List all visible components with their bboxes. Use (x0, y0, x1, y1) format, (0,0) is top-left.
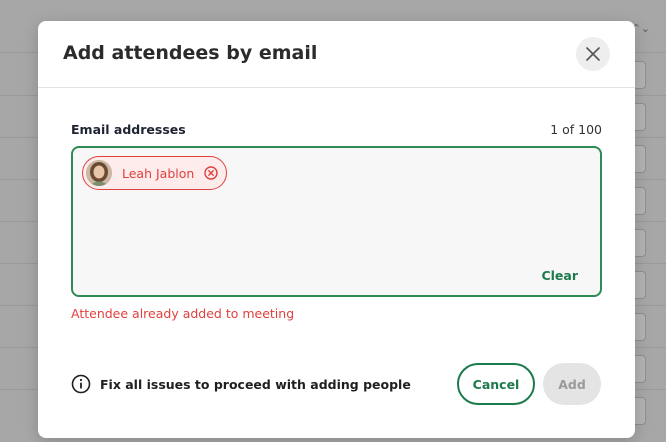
add-button[interactable]: Add (543, 363, 601, 405)
footer-info-text: Fix all issues to proceed with adding pe… (100, 376, 411, 392)
dialog-header: Add attendees by email (38, 21, 635, 88)
error-message: Attendee already added to meeting (71, 306, 295, 321)
close-icon (586, 47, 600, 61)
dialog-title: Add attendees by email (63, 42, 318, 64)
chip-label: Leah Jablon (122, 165, 195, 181)
email-input-box[interactable]: Leah Jablon Clear (71, 146, 602, 297)
email-count: 1 of 100 (550, 122, 602, 137)
info-icon (71, 374, 91, 394)
close-button[interactable] (576, 37, 610, 71)
footer-info: Fix all issues to proceed with adding pe… (71, 374, 411, 394)
clear-button[interactable]: Clear (541, 268, 578, 283)
email-field-label: Email addresses (71, 122, 186, 137)
cancel-button[interactable]: Cancel (457, 363, 535, 405)
add-attendees-dialog: Add attendees by email Email addresses 1… (38, 21, 635, 438)
remove-circle-icon[interactable] (204, 166, 219, 180)
avatar (86, 160, 112, 186)
attendee-chip[interactable]: Leah Jablon (82, 156, 227, 190)
